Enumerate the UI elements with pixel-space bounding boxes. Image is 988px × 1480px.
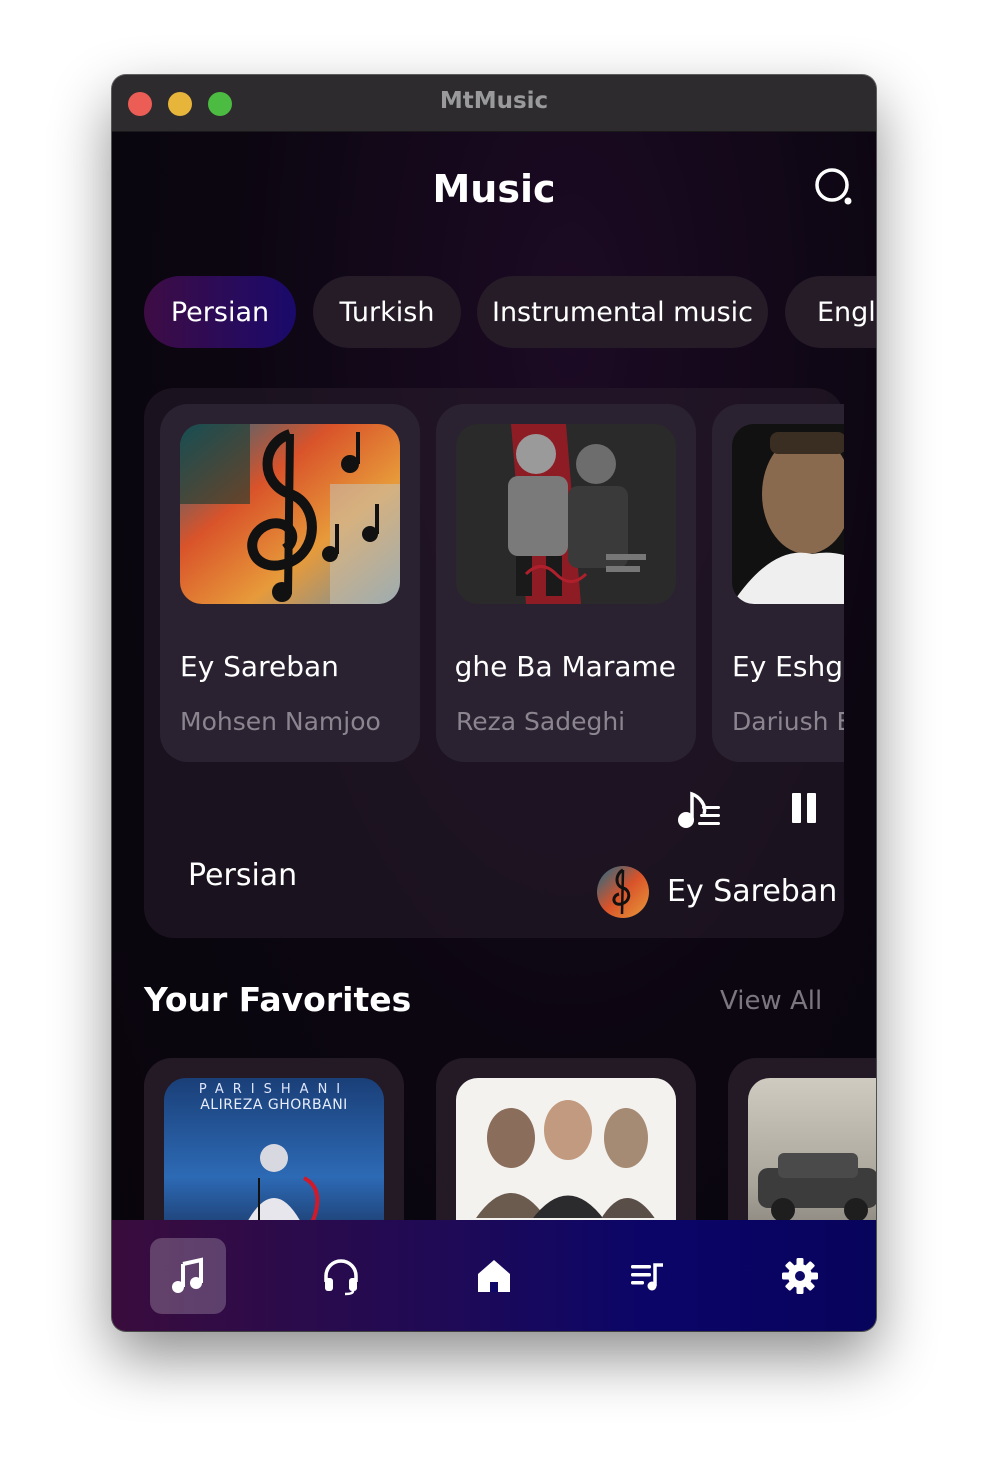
home-icon (478, 1260, 510, 1292)
album-art: PARISHANI ALIREZA GHORBANI (164, 1078, 384, 1220)
album-art (456, 1078, 676, 1220)
favorite-card[interactable]: PARISHANI ALIREZA GHORBANI (144, 1058, 404, 1220)
track-artist: Dariush Eghbali (732, 707, 844, 736)
chip-persian[interactable]: Persian (144, 276, 296, 348)
search-icon (815, 168, 852, 205)
track-card[interactable]: Ey Eshgh Dariush Eghbali (712, 404, 844, 762)
music-note-icon (172, 1257, 203, 1293)
now-playing-title[interactable]: Ey Sareban (667, 874, 837, 909)
favorite-card[interactable] (728, 1058, 876, 1220)
track-title: Ey Eshgh (732, 650, 844, 683)
pause-icon (792, 793, 816, 823)
track-title: Ey Sareban (180, 650, 339, 683)
settings-icon (782, 1258, 818, 1294)
nav-home[interactable] (456, 1238, 532, 1314)
view-all-link[interactable]: View All (720, 986, 822, 1016)
favorite-card[interactable] (436, 1058, 696, 1220)
nav-music[interactable] (150, 1238, 226, 1314)
headphones-icon (324, 1259, 358, 1296)
app-window: MtMusic Music Persian Turkish Instrument… (112, 75, 876, 1331)
album-art (748, 1078, 876, 1220)
favorites-heading: Your Favorites (144, 980, 412, 1019)
album-art (456, 424, 676, 604)
album-art (732, 424, 844, 604)
bottom-navigation (112, 1220, 876, 1331)
chip-english[interactable]: English (785, 276, 876, 348)
nav-listen[interactable] (303, 1238, 379, 1314)
pause-button[interactable] (784, 790, 824, 826)
chip-turkish[interactable]: Turkish (313, 276, 461, 348)
track-carousel: Ey Sareban Mohsen Namjoo ghe Ba Marame R… (160, 404, 844, 764)
music-queue-icon (678, 791, 720, 828)
current-category: Persian (188, 858, 298, 893)
now-playing-panel: Ey Sareban Mohsen Namjoo ghe Ba Marame R… (144, 388, 844, 938)
title-bar[interactable]: MtMusic (112, 75, 876, 132)
search-button[interactable] (812, 165, 858, 211)
track-title: Rafighe Ba Marame (456, 650, 676, 683)
nav-playlist[interactable] (609, 1238, 685, 1314)
window-title: MtMusic (439, 88, 549, 114)
page-title: Music (432, 167, 556, 211)
nav-settings[interactable] (762, 1238, 838, 1314)
album-art-title: PARISHANI (198, 1082, 350, 1097)
track-artist: Mohsen Namjoo (180, 707, 381, 736)
track-artist: Reza Sadeghi (456, 707, 626, 736)
track-card[interactable]: Rafighe Ba Marame Reza Sadeghi (436, 404, 696, 762)
track-card[interactable]: Ey Sareban Mohsen Namjoo (160, 404, 420, 762)
album-art (180, 424, 400, 604)
category-chips: Persian Turkish Instrumental music Engli… (144, 276, 876, 348)
favorites-carousel: PARISHANI ALIREZA GHORBANI (144, 1058, 876, 1220)
queue-button[interactable] (676, 788, 724, 830)
album-art-subtitle: ALIREZA GHORBANI (200, 1097, 348, 1113)
chip-instrumental-music[interactable]: Instrumental music (477, 276, 768, 348)
playlist-icon (631, 1263, 663, 1291)
now-playing-thumbnail (597, 866, 649, 918)
